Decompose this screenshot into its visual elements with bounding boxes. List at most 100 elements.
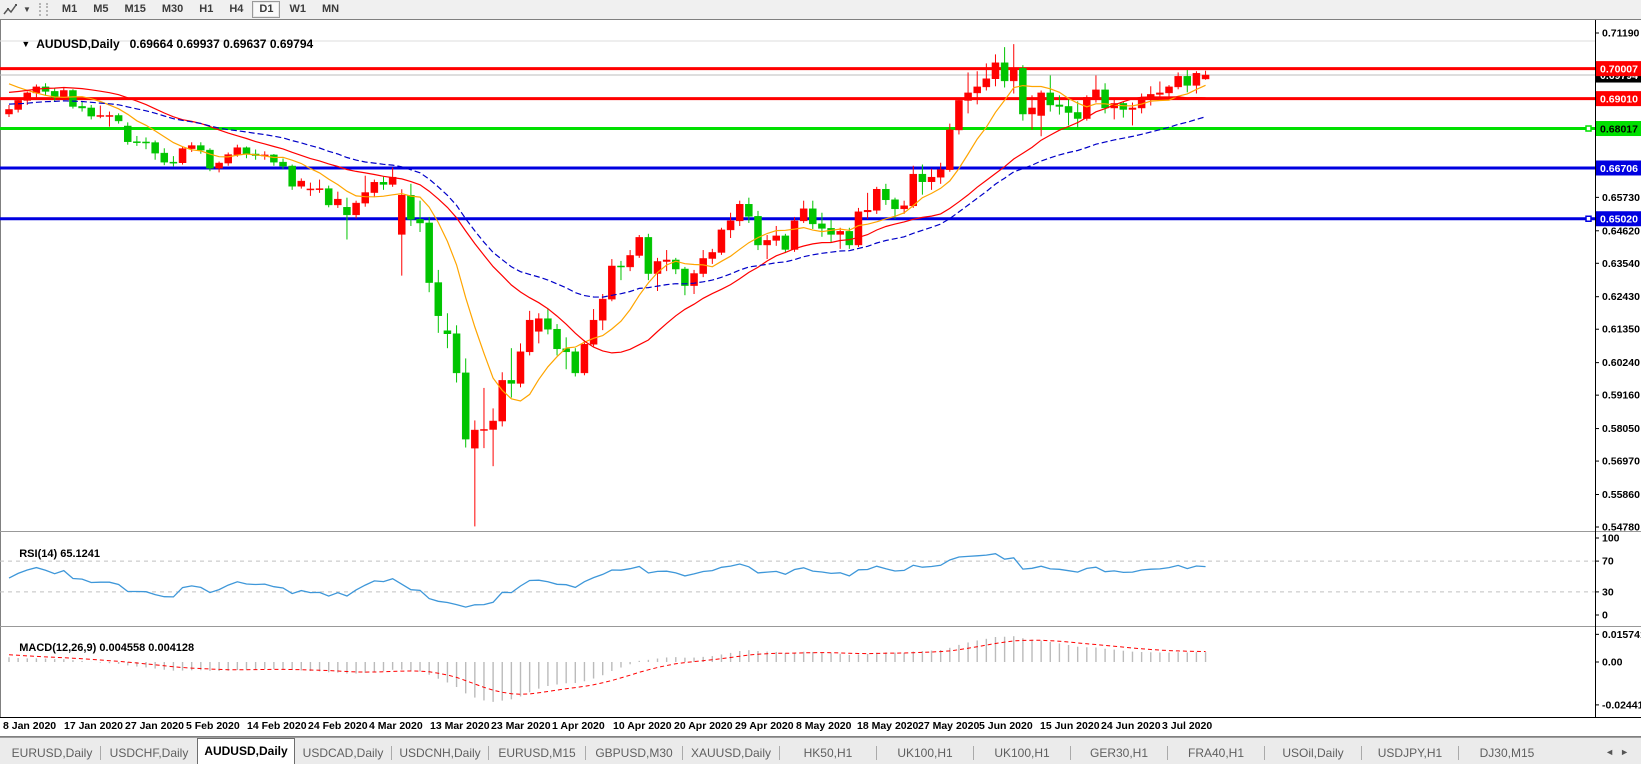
- right-arrow-icon[interactable]: ►: [1620, 747, 1635, 757]
- candle-body: [124, 126, 131, 142]
- candle-body: [1056, 105, 1063, 107]
- candle-body: [1092, 90, 1099, 98]
- timeframe-button-h4[interactable]: H4: [222, 1, 250, 18]
- candle-body: [1074, 112, 1081, 118]
- candle-body: [106, 115, 113, 116]
- candle-body: [79, 106, 86, 108]
- chart-tab-eurusd-daily[interactable]: EURUSD,Daily: [4, 742, 100, 764]
- rsi-indicator-label: RSI(14) 65.1241: [7, 536, 100, 572]
- ohlc-close: 0.69794: [270, 37, 313, 51]
- candle-body: [435, 283, 442, 316]
- chart-tab-usdjpy-h1[interactable]: USDJPY,H1: [1362, 742, 1458, 764]
- moving-average-fast: [9, 84, 1206, 401]
- candle-body: [234, 148, 241, 155]
- timeframe-button-m30[interactable]: M30: [155, 1, 190, 18]
- candle-body: [1102, 90, 1109, 108]
- candle-body: [453, 334, 460, 373]
- date-label: 14 Feb 2020: [247, 720, 307, 732]
- chart-tab-usdchf-daily[interactable]: USDCHF,Daily: [101, 742, 197, 764]
- candle-body: [1175, 76, 1182, 87]
- rsi-value: 65.1241: [60, 548, 100, 560]
- candle-body: [15, 100, 22, 109]
- candle-body: [24, 93, 31, 101]
- date-label: 3 Jul 2020: [1162, 720, 1212, 732]
- chart-tab-ger30-h1[interactable]: GER30,H1: [1071, 742, 1167, 764]
- chevron-down-icon[interactable]: ▼: [23, 5, 31, 14]
- chart-tab-eurusd-m15[interactable]: EURUSD,M15: [489, 742, 585, 764]
- candle-body: [197, 146, 204, 151]
- candle-body: [709, 252, 716, 258]
- price-tick-label: 0.55860: [1602, 489, 1640, 501]
- chart-tab-uk100-h1[interactable]: UK100,H1: [974, 742, 1070, 764]
- candle-body: [919, 174, 926, 182]
- candle-body: [353, 203, 360, 215]
- line-endpoint-marker[interactable]: [1586, 216, 1591, 221]
- price-tick-label: 0.59160: [1602, 390, 1640, 402]
- timeframe-button-m15[interactable]: M15: [117, 1, 152, 18]
- date-label: 15 Jun 2020: [1040, 720, 1100, 732]
- candle-body: [343, 207, 350, 215]
- candle-body: [727, 221, 734, 230]
- candle-body: [718, 230, 725, 253]
- candle-body: [170, 162, 177, 163]
- timeframe-button-h1[interactable]: H1: [192, 1, 220, 18]
- candle-body: [289, 166, 296, 186]
- candle-body: [846, 231, 853, 245]
- left-arrow-icon[interactable]: ◄: [1605, 747, 1620, 757]
- chart-tab-usdcad-daily[interactable]: USDCAD,Daily: [295, 742, 391, 764]
- candle-body: [1193, 73, 1200, 85]
- candle-body: [462, 373, 469, 439]
- candle-body: [1065, 106, 1072, 112]
- candle-body: [955, 100, 962, 130]
- chart-tab-audusd-daily[interactable]: AUDUSD,Daily: [197, 738, 295, 764]
- chart-type-icon[interactable]: [3, 2, 23, 17]
- candle-body: [1184, 76, 1191, 85]
- candle-body: [818, 224, 825, 229]
- candle-body: [1202, 75, 1209, 79]
- candle-body: [864, 210, 871, 212]
- chart-tab-uk100-h1[interactable]: UK100,H1: [877, 742, 973, 764]
- chart-title: ▼AUDUSD,Daily0.69664 0.69937 0.69637 0.6…: [8, 23, 313, 65]
- timeframe-button-mn[interactable]: MN: [315, 1, 346, 18]
- collapse-triangle-icon[interactable]: ▼: [21, 39, 30, 49]
- chart-tab-dj30-m15[interactable]: DJ30,M15: [1459, 742, 1555, 764]
- chart-tab-usdcnh-daily[interactable]: USDCNH,Daily: [392, 742, 488, 764]
- candle-body: [362, 193, 369, 204]
- date-axis[interactable]: 8 Jan 202017 Jan 202027 Jan 20205 Feb 20…: [0, 718, 1641, 736]
- macd-signal-value: 0.004128: [148, 642, 194, 654]
- candle-body: [617, 266, 624, 267]
- candle-body: [974, 87, 981, 93]
- candle-body: [60, 90, 67, 97]
- price-tick-label: 0.58050: [1602, 423, 1640, 435]
- candle-body: [426, 223, 433, 283]
- date-label: 17 Jan 2020: [64, 720, 123, 732]
- main-chart-canvas[interactable]: 0.711900.700800.689700.679200.668400.657…: [0, 19, 1641, 719]
- timeframe-button-m5[interactable]: M5: [86, 1, 115, 18]
- rsi-tick-label: 30: [1602, 586, 1614, 598]
- candle-body: [928, 177, 935, 182]
- chart-tab-xauusd-daily[interactable]: XAUUSD,Daily: [683, 742, 779, 764]
- timeframe-toolbar: ▼ M1M5M15M30H1H4D1W1MN: [0, 0, 1641, 20]
- candle-body: [773, 236, 780, 241]
- toolbar-grip: [39, 3, 48, 16]
- candle-body: [471, 430, 478, 448]
- timeframe-button-w1[interactable]: W1: [282, 1, 313, 18]
- candle-body: [764, 240, 771, 245]
- date-label: 18 May 2020: [857, 720, 918, 732]
- macd-tick-label: -0.024412: [1602, 699, 1641, 711]
- chart-tab-fra40-h1[interactable]: FRA40,H1: [1168, 742, 1264, 764]
- timeframe-button-m1[interactable]: M1: [55, 1, 84, 18]
- ohlc-low: 0.69637: [223, 37, 266, 51]
- price-tick-label: 0.71190: [1602, 28, 1640, 40]
- timeframe-button-d1[interactable]: D1: [252, 1, 280, 18]
- candle-body: [1019, 68, 1026, 114]
- chart-tab-usoil-daily[interactable]: USOil,Daily: [1265, 742, 1361, 764]
- chart-tab-hk50-h1[interactable]: HK50,H1: [780, 742, 876, 764]
- chart-tab-gbpusd-m30[interactable]: GBPUSD,M30: [586, 742, 682, 764]
- candle-body: [544, 319, 551, 330]
- candle-body: [855, 212, 862, 245]
- candle-body: [581, 344, 588, 373]
- candle-body: [983, 79, 990, 87]
- line-endpoint-marker[interactable]: [1586, 126, 1591, 131]
- candle-body: [270, 155, 277, 162]
